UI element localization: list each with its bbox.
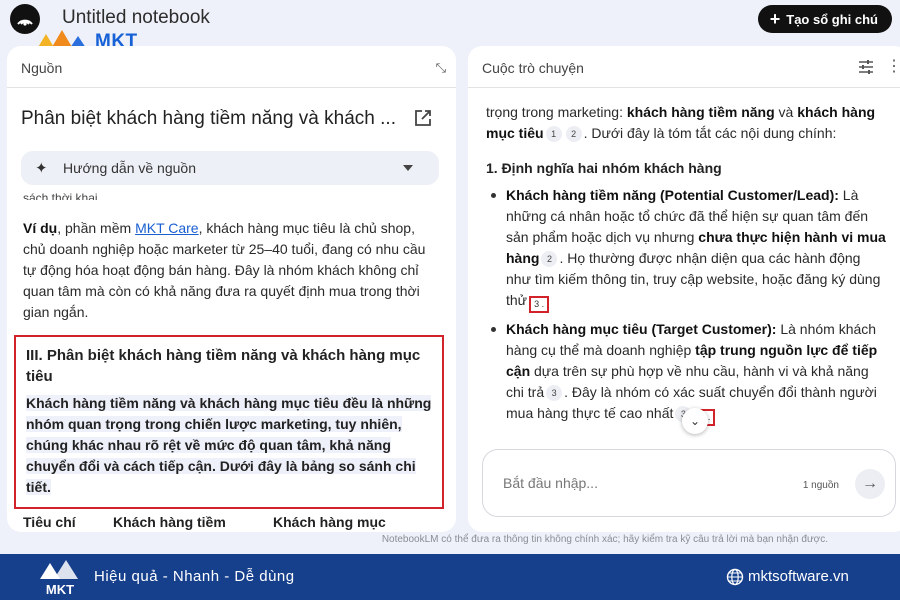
section-body: Khách hàng tiềm năng và khách hàng mục t… [26, 393, 432, 498]
chat-intro: trọng trong marketing: khách hàng tiềm n… [486, 102, 886, 144]
create-notebook-button[interactable]: + Tạo sổ ghi chú [757, 5, 892, 33]
footer-tagline: Hiệu quả - Nhanh - Dễ dùng [94, 568, 295, 585]
mkt-care-link[interactable]: MKT Care [135, 220, 199, 236]
mkt-banner: MKT Hiệu quả - Nhanh - Dễ dùng mktsoftwa… [0, 554, 900, 600]
globe-icon [726, 568, 744, 586]
disclaimer-text: NotebookLM có thể đưa ra thông tin không… [381, 534, 828, 545]
mkt-footer-logo-icon: MKT [40, 560, 78, 597]
table-header-potential: Khách hàng tiềm [113, 514, 226, 530]
plus-icon: + [769, 9, 781, 29]
source-title: Phân biệt khách hàng tiềm năng và khách … [21, 108, 396, 129]
citation-chip[interactable]: 2 [541, 251, 558, 267]
highlighted-citation-chip[interactable]: 3 . [529, 296, 550, 313]
chat-input-box[interactable]: Bắt đầu nhập... 1 nguồn → [482, 449, 896, 517]
scroll-down-button[interactable]: ⌄ [682, 408, 708, 434]
highlighted-section: III. Phân biệt khách hàng tiềm năng và k… [14, 335, 444, 509]
bullet-1-title: Khách hàng tiềm năng (Potential Customer… [506, 187, 839, 203]
para-bold-text: Ví dụ [23, 220, 58, 236]
chat-panel: Cuộc trò chuyện ⋮ trọng trong marketing:… [468, 46, 900, 532]
citation-number: 3 [534, 299, 540, 309]
chat-section-heading: 1. Định nghĩa hai nhóm khách hàng [486, 160, 722, 176]
open-external-icon[interactable] [413, 108, 433, 128]
notebook-title[interactable]: Untitled notebook [62, 7, 210, 29]
sparkle-icon: ✦ [35, 160, 48, 177]
table-header-target: Khách hàng mục [273, 514, 386, 530]
definition-list: Khách hàng tiềm năng (Potential Customer… [486, 185, 886, 426]
section-body-text: Khách hàng tiềm năng và khách hàng mục t… [26, 395, 432, 495]
bullet-2-title: Khách hàng mục tiêu (Target Customer): [506, 321, 777, 337]
tune-settings-icon[interactable] [858, 59, 874, 75]
intro-text-2: và [774, 104, 798, 120]
intro-bold-1: khách hàng tiềm năng [626, 104, 775, 120]
list-item: Khách hàng tiềm năng (Potential Customer… [486, 185, 886, 313]
intro-text: trọng trong marketing: [486, 104, 627, 120]
intro-text-3: . Dưới đây là tóm tắt các nội dung chính… [583, 125, 837, 141]
sources-panel: Nguồn ⤡ Phân biệt khách hàng tiềm năng v… [7, 46, 456, 532]
chat-input-placeholder[interactable]: Bắt đầu nhập... [503, 475, 598, 491]
bullet-1-text-2: . Họ thường được nhận diện qua các hành … [506, 250, 881, 308]
table-header-criteria: Tiêu chí [23, 514, 76, 530]
chat-panel-header: Cuộc trò chuyện ⋮ [468, 46, 900, 88]
chat-panel-title: Cuộc trò chuyện [482, 60, 584, 76]
source-guide-label: Hướng dẫn về nguồn [63, 160, 196, 176]
sources-panel-header: Nguồn ⤡ [7, 46, 456, 88]
caret-down-icon [403, 165, 413, 171]
section-heading: III. Phân biệt khách hàng tiềm năng và k… [26, 347, 421, 385]
send-arrow-icon[interactable]: → [855, 469, 885, 499]
source-count: 1 nguồn [802, 480, 839, 491]
footer-website[interactable]: mktsoftware.vn [748, 568, 849, 585]
sources-panel-title: Nguồn [21, 60, 63, 76]
source-cut-line: sách thời khai. [23, 191, 101, 200]
citation-chip[interactable]: 1 [545, 126, 562, 142]
footer-logo-text: MKT [46, 582, 74, 597]
collapse-icon[interactable]: ⤡ [436, 60, 446, 76]
source-paragraph: Ví dụ, phần mềm MKT Care, khách hàng mục… [23, 218, 433, 323]
citation-chip[interactable]: 2 [565, 126, 582, 142]
citation-chip[interactable]: 3 [546, 385, 563, 401]
para-text: , phần mềm [57, 220, 136, 236]
source-guide-dropdown[interactable]: ✦ Hướng dẫn về nguồn [21, 151, 439, 185]
create-notebook-label: Tạo sổ ghi chú [786, 11, 878, 27]
more-vert-icon[interactable]: ⋮ [886, 59, 900, 75]
chat-response: trọng trong marketing: khách hàng tiềm n… [486, 102, 886, 432]
